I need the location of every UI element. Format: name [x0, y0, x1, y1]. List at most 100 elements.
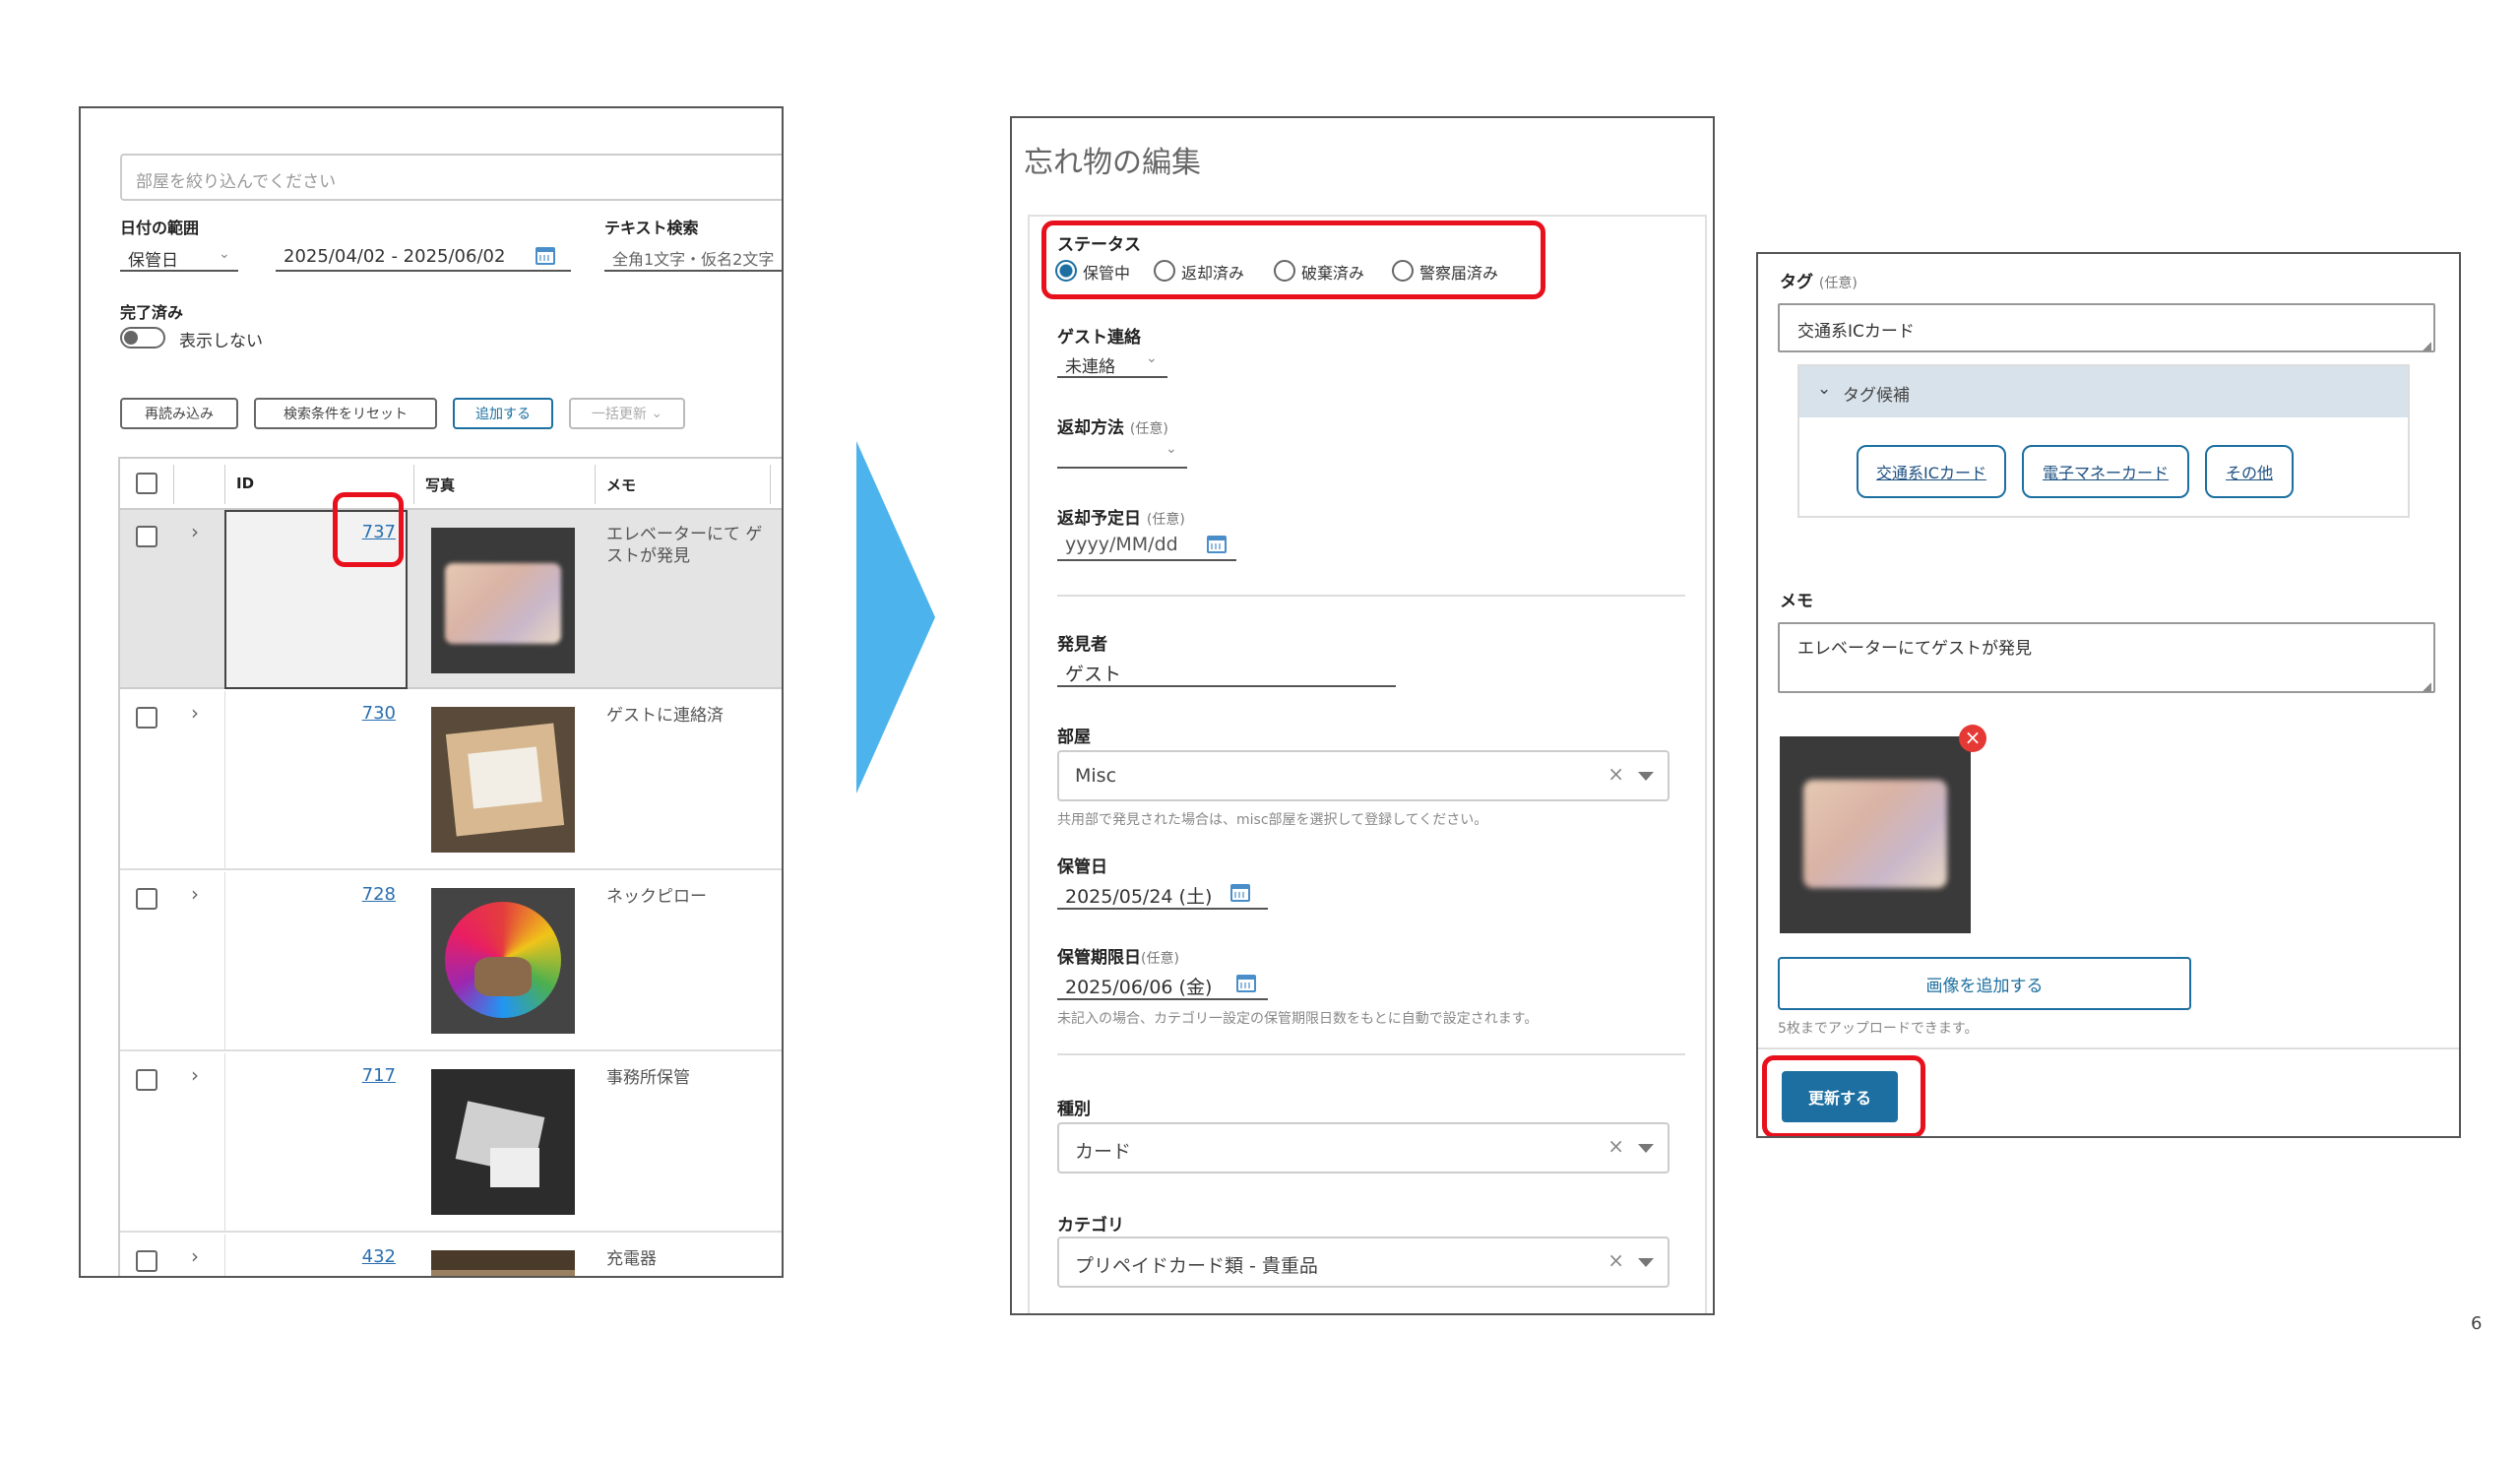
chevron-down-icon: ⌄ — [1817, 379, 1832, 399]
text-search-input[interactable]: 全角1文字・仮名2文字 — [604, 242, 782, 272]
clear-icon[interactable]: × — [1607, 1134, 1624, 1158]
tag-candidate-other[interactable]: その他 — [2205, 445, 2294, 498]
type-select[interactable]: カード × — [1057, 1122, 1670, 1174]
caret-down-icon[interactable] — [1638, 1258, 1654, 1267]
chevron-right-icon[interactable]: › — [191, 1063, 199, 1087]
tag-input[interactable]: 交通系ICカード ◢ — [1778, 303, 2435, 352]
type-label: 種別 — [1057, 1100, 1091, 1119]
bulk-update-button[interactable]: 一括更新 ⌄ — [569, 398, 685, 429]
reset-search-button[interactable]: 検索条件をリセット — [254, 398, 437, 429]
row-checkbox[interactable] — [136, 888, 158, 910]
calendar-icon[interactable] — [1236, 975, 1256, 992]
arrow-right-icon — [856, 441, 935, 793]
expiry-help-text: 未記入の場合、カテゴリ一設定の保管期限日数をもとに自動で設定されます。 — [1057, 1011, 1539, 1027]
item-memo: 事務所保管 — [606, 1068, 690, 1088]
guest-contact-label: ゲスト連絡 — [1057, 328, 1141, 348]
chevron-down-icon: ⌄ — [1166, 441, 1177, 457]
tag-candidates-box: ⌄ タグ候補 交通系ICカード 電子マネーカード その他 — [1797, 364, 2410, 518]
highlight-update-button — [1762, 1055, 1925, 1136]
lost-items-list-panel: 部屋を絞り込んでください 日付の範囲 保管日 ⌄ 2025/04/02 - 20… — [79, 106, 784, 1278]
add-image-button[interactable]: 画像を追加する — [1778, 957, 2191, 1010]
uploaded-image[interactable] — [1780, 736, 1971, 933]
row-checkbox[interactable] — [136, 1069, 158, 1091]
room-select[interactable]: Misc × — [1057, 750, 1670, 801]
chevron-right-icon[interactable]: › — [191, 882, 199, 906]
table-row[interactable]: › 728 ネックピロー — [120, 872, 782, 1051]
memo-label: メモ — [1780, 592, 1813, 611]
calendar-icon[interactable] — [536, 247, 555, 265]
row-checkbox[interactable] — [136, 1250, 158, 1272]
item-id-link[interactable]: 730 — [317, 703, 396, 724]
completed-toggle-label: 表示しない — [179, 332, 263, 351]
resize-handle-icon[interactable]: ◢ — [2423, 679, 2431, 693]
photo-column-header[interactable]: 写真 — [425, 475, 455, 495]
completed-toggle[interactable] — [120, 327, 165, 349]
clear-icon[interactable]: × — [1607, 762, 1624, 786]
item-photo[interactable] — [431, 707, 575, 853]
row-checkbox[interactable] — [136, 707, 158, 729]
item-id-link[interactable]: 717 — [317, 1065, 396, 1086]
item-photo[interactable] — [431, 1069, 575, 1215]
item-memo: ゲストに連絡済 — [606, 706, 724, 726]
table-row[interactable]: › 717 事務所保管 — [120, 1053, 782, 1233]
caret-down-icon[interactable] — [1638, 1144, 1654, 1153]
items-table: ID 写真 メモ › 737 エレベーターにて ゲストが発見 › 730 ゲスト… — [118, 457, 782, 1276]
finder-label: 発見者 — [1057, 635, 1107, 655]
chevron-down-icon: ⌄ — [219, 246, 230, 262]
memo-textarea[interactable]: エレベーターにてゲストが発見 ◢ — [1778, 622, 2435, 693]
expiry-date-field[interactable]: 2025/06/06 (金) — [1057, 969, 1268, 1000]
add-button[interactable]: 追加する — [453, 398, 553, 429]
table-row[interactable]: › 737 エレベーターにて ゲストが発見 — [120, 510, 782, 689]
finder-input[interactable]: ゲスト — [1057, 656, 1396, 687]
date-range-field[interactable]: 2025/04/02 - 2025/06/02 — [276, 242, 571, 272]
storage-date-label: 保管日 — [1057, 857, 1107, 877]
room-help-text: 共用部で発見された場合は、misc部屋を選択して登録してください。 — [1057, 812, 1488, 828]
tag-label: タグ (任意) — [1780, 273, 1858, 292]
item-memo: ネックピロー — [606, 887, 707, 907]
page-title: 忘れ物の編集 — [1024, 146, 1201, 180]
chevron-right-icon[interactable]: › — [191, 701, 199, 725]
highlight-status — [1041, 221, 1545, 299]
guest-contact-select[interactable]: 未連絡 ⌄ — [1057, 349, 1167, 378]
section-divider — [1057, 595, 1685, 597]
date-type-select[interactable]: 保管日 ⌄ — [120, 242, 238, 272]
chevron-right-icon[interactable]: › — [191, 520, 199, 543]
tag-candidates-header[interactable]: ⌄ タグ候補 — [1799, 366, 2408, 417]
tag-candidate-e-money-card[interactable]: 電子マネーカード — [2022, 445, 2189, 498]
item-id-link[interactable]: 432 — [317, 1246, 396, 1267]
item-photo[interactable] — [431, 888, 575, 1034]
category-select[interactable]: プリペイドカード類 - 貴重品 × — [1057, 1237, 1670, 1288]
upload-help-text: 5枚までアップロードできます。 — [1778, 1021, 1979, 1037]
section-divider — [1758, 1047, 2459, 1049]
storage-date-field[interactable]: 2025/05/24 (土) — [1057, 878, 1268, 910]
table-row[interactable]: › 730 ゲストに連絡済 — [120, 691, 782, 870]
select-all-checkbox[interactable] — [136, 473, 158, 494]
return-method-select[interactable]: ⌄ — [1057, 439, 1187, 469]
section-divider — [1057, 1053, 1685, 1055]
calendar-icon[interactable] — [1230, 884, 1250, 902]
id-column-header[interactable]: ID — [236, 475, 254, 492]
table-header: ID 写真 メモ — [120, 459, 782, 510]
resize-handle-icon[interactable]: ◢ — [2423, 339, 2431, 352]
item-photo[interactable] — [431, 528, 575, 673]
room-filter-input[interactable]: 部屋を絞り込んでください — [120, 154, 782, 201]
edit-form-continued-panel: タグ (任意) 交通系ICカード ◢ ⌄ タグ候補 交通系ICカード 電子マネー… — [1756, 252, 2461, 1138]
caret-down-icon[interactable] — [1638, 772, 1654, 781]
reload-button[interactable]: 再読み込み — [120, 398, 238, 429]
item-id-link[interactable]: 728 — [317, 884, 396, 905]
row-checkbox[interactable] — [136, 526, 158, 547]
return-date-field[interactable]: yyyy/MM/dd — [1057, 530, 1236, 561]
remove-image-icon[interactable]: × — [1959, 725, 1986, 752]
memo-column-header[interactable]: メモ — [606, 475, 636, 495]
return-method-label: 返却方法 (任意) — [1057, 418, 1168, 438]
calendar-icon[interactable] — [1207, 536, 1227, 553]
room-label: 部屋 — [1057, 728, 1091, 747]
clear-icon[interactable]: × — [1607, 1248, 1624, 1272]
item-memo: 充電器 — [606, 1249, 657, 1269]
table-row[interactable]: › 432 充電器 — [120, 1235, 782, 1276]
item-photo[interactable] — [431, 1250, 575, 1276]
chevron-down-icon: ⌄ — [1146, 350, 1158, 366]
chevron-right-icon[interactable]: › — [191, 1244, 199, 1268]
tag-candidate-ic-card[interactable]: 交通系ICカード — [1857, 445, 2006, 498]
item-memo: エレベーターにて ゲストが発見 — [606, 525, 763, 566]
